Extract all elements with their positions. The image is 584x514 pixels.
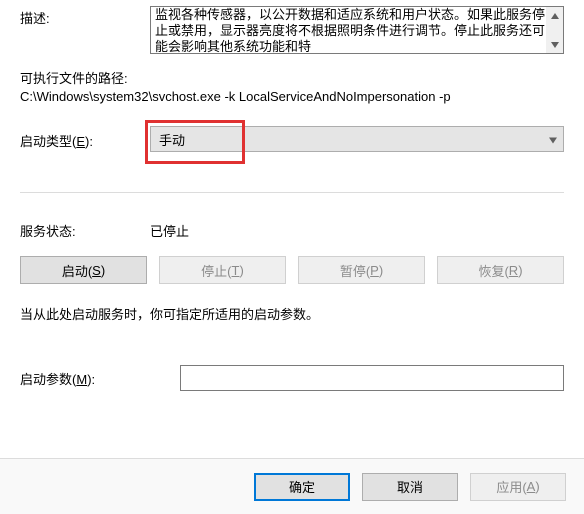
- chevron-down-icon: [549, 132, 557, 147]
- resume-button: 恢复(R): [437, 256, 564, 284]
- service-status-value: 已停止: [150, 221, 189, 240]
- start-params-label: 启动参数(M):: [20, 369, 180, 388]
- service-status-label: 服务状态:: [20, 221, 150, 240]
- startup-type-value: 手动: [159, 130, 185, 149]
- stop-button: 停止(T): [159, 256, 286, 284]
- start-params-note: 当从此处启动服务时，你可指定所适用的启动参数。: [20, 304, 564, 323]
- startup-type-label: 启动类型(E):: [20, 129, 150, 150]
- description-scrollbar[interactable]: [546, 7, 563, 53]
- pause-button: 暂停(P): [298, 256, 425, 284]
- service-properties-dialog: 描述: 监视各种传感器，以公开数据和适应系统和用户状态。如果此服务停止或禁用，显…: [0, 0, 584, 514]
- executable-path-value: C:\Windows\system32\svchost.exe -k Local…: [20, 89, 564, 104]
- ok-button[interactable]: 确定: [254, 473, 350, 501]
- cancel-button[interactable]: 取消: [362, 473, 458, 501]
- description-textarea[interactable]: 监视各种传感器，以公开数据和适应系统和用户状态。如果此服务停止或禁用，显示器亮度…: [150, 6, 564, 54]
- start-button[interactable]: 启动(S): [20, 256, 147, 284]
- start-params-input[interactable]: [180, 365, 564, 391]
- apply-button: 应用(A): [470, 473, 566, 501]
- dialog-footer: 确定 取消 应用(A): [0, 458, 584, 514]
- scroll-up-button[interactable]: [546, 7, 563, 24]
- description-text: 监视各种传感器，以公开数据和适应系统和用户状态。如果此服务停止或禁用，显示器亮度…: [151, 7, 563, 54]
- executable-path-label: 可执行文件的路径:: [20, 68, 564, 87]
- section-divider: [20, 192, 564, 193]
- description-label: 描述:: [20, 6, 150, 27]
- scroll-down-button[interactable]: [546, 36, 563, 53]
- startup-type-select[interactable]: 手动: [150, 126, 564, 152]
